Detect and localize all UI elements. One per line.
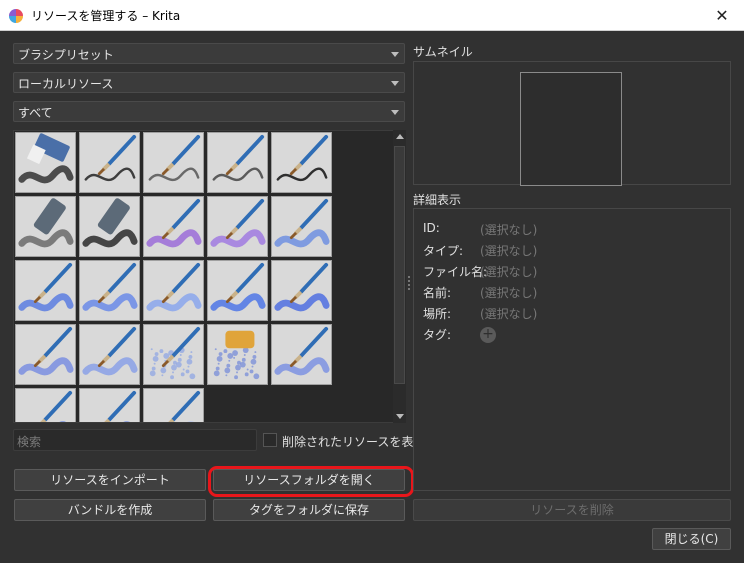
scroll-down-icon[interactable] [396,414,404,419]
flat-brush-blue-2-preset[interactable] [79,388,140,422]
show-deleted-checkbox[interactable] [263,433,277,447]
flat-brush-blue-preset[interactable] [15,388,76,422]
detail-value: (選択なし) [480,265,538,279]
show-deleted-label[interactable]: 削除されたリソースを表示 [282,433,425,450]
wet-preset-icon [168,390,201,422]
brush-blue-fan-preset[interactable] [271,324,332,385]
panel-splitter[interactable] [408,276,411,294]
pencil-sketch-preset[interactable] [207,132,268,193]
flat-preset-icon [82,326,138,376]
thumbnail-preview [520,72,622,186]
search-placeholder: 検索 [17,435,42,449]
scroll-up-icon[interactable] [396,134,404,139]
splatter-preset-icon [149,326,201,380]
delete-resource-button[interactable]: リソースを削除 [413,499,731,521]
palette-knife-purple-preset[interactable] [143,196,204,257]
thumbnail-title: サムネイル [413,45,473,59]
marker-dark-preset[interactable] [79,196,140,257]
detail-value: (選択なし) [480,286,538,300]
detail-key: ファイル名: [423,265,488,279]
sponge-preset[interactable] [207,324,268,385]
ink-pen-preset[interactable] [79,132,140,193]
sponge-preset-icon [213,330,260,380]
pencil-soft-preset[interactable] [143,132,204,193]
chevron-down-icon [391,81,399,86]
brush-preset-icon [210,262,266,312]
brush-blue-soft-preset[interactable] [79,260,140,321]
save-tags-to-folder-button[interactable]: タグをフォルダに保存 [213,499,405,521]
pencil-preset-icon [148,134,201,182]
highlight-annotation [208,466,414,497]
tag-filter-value: すべて [18,106,53,120]
splatter-blue-preset[interactable] [143,324,204,385]
scrollbar-thumb[interactable] [394,146,405,384]
flat-brush-blend-preset[interactable] [15,324,76,385]
knife-preset-icon [146,198,202,248]
resource-grid[interactable] [13,130,406,423]
title-bar: リソースを管理する – Krita ✕ [0,0,744,31]
eraser-preset-icon [18,133,74,184]
marker-preset-icon [82,198,138,248]
close-window-button[interactable]: ✕ [700,0,744,31]
flat-preset-icon [104,390,137,422]
ink-preset-icon [84,134,137,182]
tag-filter-dropdown[interactable]: すべて [13,101,405,122]
resource-grid-scrollbar[interactable] [393,130,406,423]
resource-type-value: ブラシプリセット [18,48,114,62]
krita-logo-icon [9,9,23,23]
flat-preset-icon [18,326,74,376]
ink-preset-icon [276,134,329,182]
brush-preset-icon [274,198,330,248]
brush-preset-icon [82,262,138,312]
brush-preset-icon [274,262,330,312]
search-input[interactable]: 検索 [13,429,257,451]
chevron-down-icon [391,110,399,115]
brush-blue-wash-preset[interactable] [143,260,204,321]
flat-preset-icon [40,390,73,422]
close-icon: ✕ [715,6,729,25]
close-button[interactable]: 閉じる(C) [652,528,731,550]
storage-value: ローカルリソース [18,77,114,91]
create-bundle-button[interactable]: バンドルを作成 [14,499,206,521]
flat-brush-texture-preset[interactable] [79,324,140,385]
detail-value: (選択なし) [480,244,538,258]
brush-blue-stroke-preset[interactable] [271,196,332,257]
brush-blue-line-preset[interactable] [15,260,76,321]
resource-type-dropdown[interactable]: ブラシプリセット [13,43,405,64]
brush-blue-wide-preset[interactable] [271,260,332,321]
window-title: リソースを管理する – Krita [31,9,181,23]
add-tag-button[interactable]: + [480,327,496,343]
import-resources-button[interactable]: リソースをインポート [14,469,206,491]
brush-preset-icon [274,326,330,376]
detail-key: 場所: [423,307,452,321]
wet-wash-preset[interactable] [143,388,204,422]
ink-hatch-preset[interactable] [271,132,332,193]
chevron-down-icon [391,52,399,57]
brush-preset-icon [146,262,202,312]
storage-dropdown[interactable]: ローカルリソース [13,72,405,93]
detail-value: (選択なし) [480,307,538,321]
wet-brush-purple-preset[interactable] [207,196,268,257]
brush-preset-icon [18,262,74,312]
marker-preset-icon [18,198,74,248]
marker-grey-preset[interactable] [15,196,76,257]
pencil-preset-icon [212,134,265,182]
detail-value: (選択なし) [480,223,538,237]
brush-blue-round-preset[interactable] [207,260,268,321]
detail-key: 名前: [423,286,452,300]
eraser-preset[interactable] [15,132,76,193]
detail-key: タイプ: [423,244,464,258]
detail-key: タグ: [423,328,452,342]
wet-preset-icon [210,198,266,248]
dialog-body: ブラシプリセット ローカルリソース すべて 検索 削除されたリソースを表示 リソ… [0,31,744,563]
details-title: 詳細表示 [413,193,462,207]
detail-key: ID: [423,221,440,235]
